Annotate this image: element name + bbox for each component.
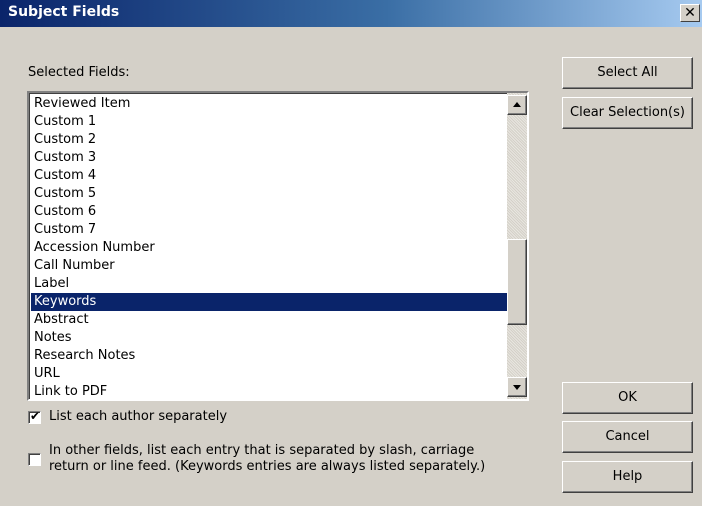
cancel-button[interactable]: Cancel (562, 421, 693, 453)
list-authors-label: List each author separately (49, 409, 228, 424)
scroll-up-button[interactable] (507, 95, 527, 115)
list-authors-checkbox[interactable]: ✔ (28, 409, 41, 424)
list-authors-option[interactable]: ✔ List each author separately (28, 409, 227, 425)
list-item[interactable]: Reviewed Item (31, 95, 507, 113)
list-item[interactable]: Custom 7 (31, 221, 507, 239)
list-item[interactable]: Research Notes (31, 347, 507, 365)
list-item[interactable]: Abstract (31, 311, 507, 329)
window-title: Subject Fields (8, 4, 120, 20)
close-button[interactable]: ✕ (680, 4, 700, 22)
list-entries-label-line1: In other fields, list each entry that is… (49, 443, 475, 458)
list-item[interactable]: Custom 1 (31, 113, 507, 131)
selected-fields-list[interactable]: Reviewed Item Custom 1 Custom 2 Custom 3 Cus… (27, 91, 529, 401)
list-item[interactable]: Custom 3 (31, 149, 507, 167)
list-entries-checkbox[interactable] (28, 453, 41, 466)
list-item[interactable]: Keywords (31, 293, 507, 311)
clear-selection-button[interactable]: Clear Selection(s) (562, 97, 693, 129)
list-entries-label: In other fields, list each entry that is… (49, 443, 485, 475)
list-item[interactable]: Accession Number (31, 239, 507, 257)
list-item[interactable]: URL (31, 365, 507, 383)
ok-button[interactable]: OK (562, 382, 693, 414)
close-icon: ✕ (684, 5, 696, 21)
title-bar: Subject Fields ✕ (0, 0, 702, 27)
list-items: Reviewed Item Custom 1 Custom 2 Custom 3 Cus… (31, 95, 507, 399)
list-item[interactable]: Call Number (31, 257, 507, 275)
select-all-button[interactable]: Select All (562, 57, 693, 89)
list-item[interactable]: Label (31, 275, 507, 293)
list-item[interactable]: Custom 5 (31, 185, 507, 203)
list-item[interactable]: Custom 4 (31, 167, 507, 185)
list-item[interactable]: Link to PDF (31, 383, 507, 399)
list-entries-option[interactable]: In other fields, list each entry that is… (28, 443, 485, 475)
arrow-up-icon (513, 102, 521, 107)
list-item[interactable]: Notes (31, 329, 507, 347)
list-item[interactable]: Custom 2 (31, 131, 507, 149)
checkmark-icon: ✔ (30, 409, 41, 423)
scroll-down-button[interactable] (507, 377, 527, 397)
list-item[interactable]: Custom 6 (31, 203, 507, 221)
scroll-thumb[interactable] (507, 239, 527, 325)
help-button[interactable]: Help (562, 461, 693, 493)
arrow-down-icon (513, 385, 521, 390)
selected-fields-label: Selected Fields: (28, 65, 130, 80)
list-entries-label-line2: return or line feed. (Keywords entries a… (49, 459, 486, 474)
vertical-scrollbar[interactable] (507, 93, 527, 399)
